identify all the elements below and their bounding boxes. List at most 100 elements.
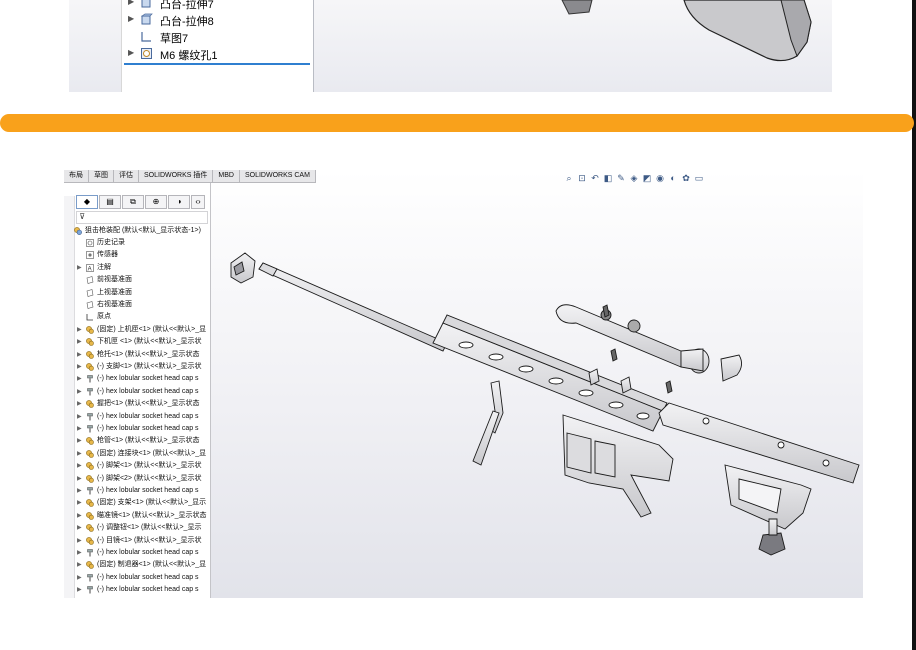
view-orientation-icon[interactable]: ◈ — [629, 173, 639, 184]
expand-arrow-icon[interactable]: ▶ — [77, 485, 82, 497]
screw-icon — [86, 425, 94, 433]
expand-arrow-icon[interactable]: ▶ — [77, 423, 82, 435]
feature-tree-item-label: (-) hex lobular socket head cap s — [97, 586, 199, 594]
right-edge-bar — [912, 0, 916, 650]
plane-icon — [86, 301, 94, 309]
assembly-icon — [74, 227, 82, 235]
feature-tree-item-label: 传感器 — [97, 251, 118, 259]
feature-tree-item-label: 注解 — [97, 263, 111, 271]
tab-layout[interactable]: 布局 — [64, 170, 89, 182]
feature-tree-item-label: (固定) 上机匣<1> (默认<<默认>_显 — [97, 325, 207, 333]
screw-icon — [86, 388, 94, 396]
feature-tree-item-label: (-) 调整钮<1> (默认<<默认>_显示 — [97, 524, 202, 532]
expand-arrow-icon[interactable]: ▶ — [77, 262, 82, 274]
expand-arrow-icon[interactable]: ▶ — [77, 435, 82, 447]
part-icon — [86, 325, 94, 334]
feature-manager-tabs: ◆ ▤ ⧉ ⊕ ◑ ‹› — [76, 195, 205, 209]
feature-tree-item-label: 右视基准面 — [97, 301, 132, 308]
feature-tree-item-label: (固定) 连接块<1> (默认<<默认>_显 — [97, 449, 207, 457]
screw-icon — [86, 549, 94, 557]
feature-tree-item-label: 原点 — [97, 313, 111, 321]
feature-tree-item-label: (-) hex lobular socket head cap s — [97, 487, 199, 494]
expand-arrow-icon[interactable]: ▶ — [77, 547, 82, 559]
tab-sketch[interactable]: 草图 — [89, 170, 114, 182]
feature-tree-item-label: 枪托<1> (默认<<默认>_显示状态 — [97, 350, 200, 358]
hide-show-icon[interactable]: ◉ — [655, 173, 665, 184]
expand-arrow-icon[interactable]: ▶ — [77, 510, 82, 522]
display-style-icon[interactable]: ◩ — [642, 173, 652, 184]
feature-tree-item-label: (-) 脚架<1> (默认<<默认>_显示状 — [97, 462, 202, 470]
expand-arrow-icon[interactable]: ▶ — [77, 572, 82, 584]
command-manager-tabs: 布局 草图 评估 SOLIDWORKS 插件 MBD SOLIDWORKS CA… — [64, 170, 316, 183]
view-settings-icon[interactable]: ▭ — [694, 173, 704, 184]
model-viewport — [230, 252, 860, 556]
apply-scene-icon[interactable]: ✿ — [681, 173, 691, 184]
tab-mbd[interactable]: MBD — [213, 170, 240, 182]
expand-arrow-icon[interactable]: ▶ — [77, 497, 82, 509]
part-icon — [86, 561, 94, 570]
sensor-icon — [86, 251, 94, 260]
expand-arrow-icon[interactable]: ▶ — [77, 324, 82, 336]
plane-icon — [86, 288, 94, 297]
tree-left-strip — [64, 196, 75, 598]
zoom-to-fit-icon[interactable]: ⌕ — [564, 173, 574, 184]
configuration-tab-icon[interactable]: ⧉ — [122, 195, 144, 209]
plane-icon — [86, 276, 94, 285]
expand-arrow-icon[interactable]: ▶ — [77, 584, 82, 596]
feature-tree-item-label: (-) hex lobular socket head cap s — [97, 412, 199, 420]
feature-tree-item-label: (固定) 支架<1> (默认<<默认>_显示 — [97, 499, 207, 507]
property-tab-icon[interactable]: ▤ — [99, 195, 121, 209]
edit-appearance-icon[interactable]: ◐ — [668, 173, 678, 183]
top-model-viewport — [561, 0, 812, 62]
feature-tree-item-label: 历史记录 — [97, 239, 125, 246]
tab-cam[interactable]: SOLIDWORKS CAM — [240, 170, 316, 182]
feature-tree-item-label: 上视基准面 — [97, 288, 132, 296]
previous-view-icon[interactable]: ↶ — [590, 173, 600, 184]
tab-scroll-icon[interactable]: ‹› — [191, 195, 205, 209]
dynamic-annotation-icon[interactable]: ✎ — [616, 173, 626, 184]
annotation-icon: A — [86, 263, 94, 272]
screw-icon — [86, 586, 94, 594]
bottom-cad-screenshot: 布局 草图 评估 SOLIDWORKS 插件 MBD SOLIDWORKS CA… — [64, 170, 863, 598]
expand-arrow-icon[interactable]: ▶ — [77, 559, 82, 571]
expand-arrow-icon[interactable]: ▶ — [77, 386, 82, 398]
origin-icon — [86, 313, 94, 321]
part-icon — [86, 350, 94, 359]
part-icon — [86, 511, 94, 520]
top-cad-screenshot: ▶ 凸台-拉伸7 ▶ 凸台-拉伸8 草图7 ▶ M6 螺纹孔1 — [69, 0, 832, 92]
part-icon — [86, 536, 94, 545]
zoom-area-icon[interactable]: ⊡ — [577, 173, 587, 184]
feature-tree-tab-icon[interactable]: ◆ — [76, 195, 98, 209]
feature-tree-item-label: 前视基准面 — [97, 276, 132, 284]
expand-arrow-icon[interactable]: ▶ — [77, 460, 82, 472]
expand-arrow-icon[interactable]: ▶ — [77, 473, 82, 485]
filter-icon[interactable]: ⊽ — [76, 211, 208, 224]
expand-arrow-icon[interactable]: ▶ — [77, 411, 82, 423]
part-icon — [86, 449, 94, 458]
part-icon — [86, 462, 94, 470]
feature-tree-item-label: 握把<1> (默认<<默认>_显示状态 — [97, 400, 200, 408]
feature-tree-item-label: (-) hex lobular socket head cap s — [97, 425, 199, 432]
tab-addins[interactable]: SOLIDWORKS 插件 — [139, 170, 214, 182]
expand-arrow-icon[interactable]: ▶ — [77, 522, 82, 534]
section-view-icon[interactable]: ◧ — [603, 173, 613, 184]
expand-arrow-icon[interactable]: ▶ — [77, 336, 82, 348]
part-icon — [86, 363, 94, 371]
section-divider — [0, 114, 914, 132]
dimxpert-tab-icon[interactable]: ⊕ — [145, 195, 167, 209]
tab-evaluate[interactable]: 评估 — [114, 170, 139, 182]
expand-arrow-icon[interactable]: ▶ — [77, 448, 82, 460]
display-tab-icon[interactable]: ◑ — [168, 195, 190, 209]
screw-icon — [86, 412, 94, 421]
expand-arrow-icon[interactable]: ▶ — [77, 361, 82, 373]
feature-tree-item-label: (固定) 制退器<1> (默认<<默认>_显 — [97, 561, 207, 569]
feature-tree-item-label: (-) 支脚<1> (默认<<默认>_显示状 — [97, 363, 202, 370]
expand-arrow-icon[interactable]: ▶ — [77, 535, 82, 547]
feature-tree-item-label: (-) hex lobular socket head cap s — [97, 387, 199, 395]
part-icon — [86, 338, 94, 346]
expand-arrow-icon[interactable]: ▶ — [77, 349, 82, 361]
svg-text:A: A — [88, 266, 92, 271]
history-icon — [86, 239, 94, 247]
expand-arrow-icon[interactable]: ▶ — [77, 398, 82, 410]
expand-arrow-icon[interactable]: ▶ — [77, 373, 82, 385]
